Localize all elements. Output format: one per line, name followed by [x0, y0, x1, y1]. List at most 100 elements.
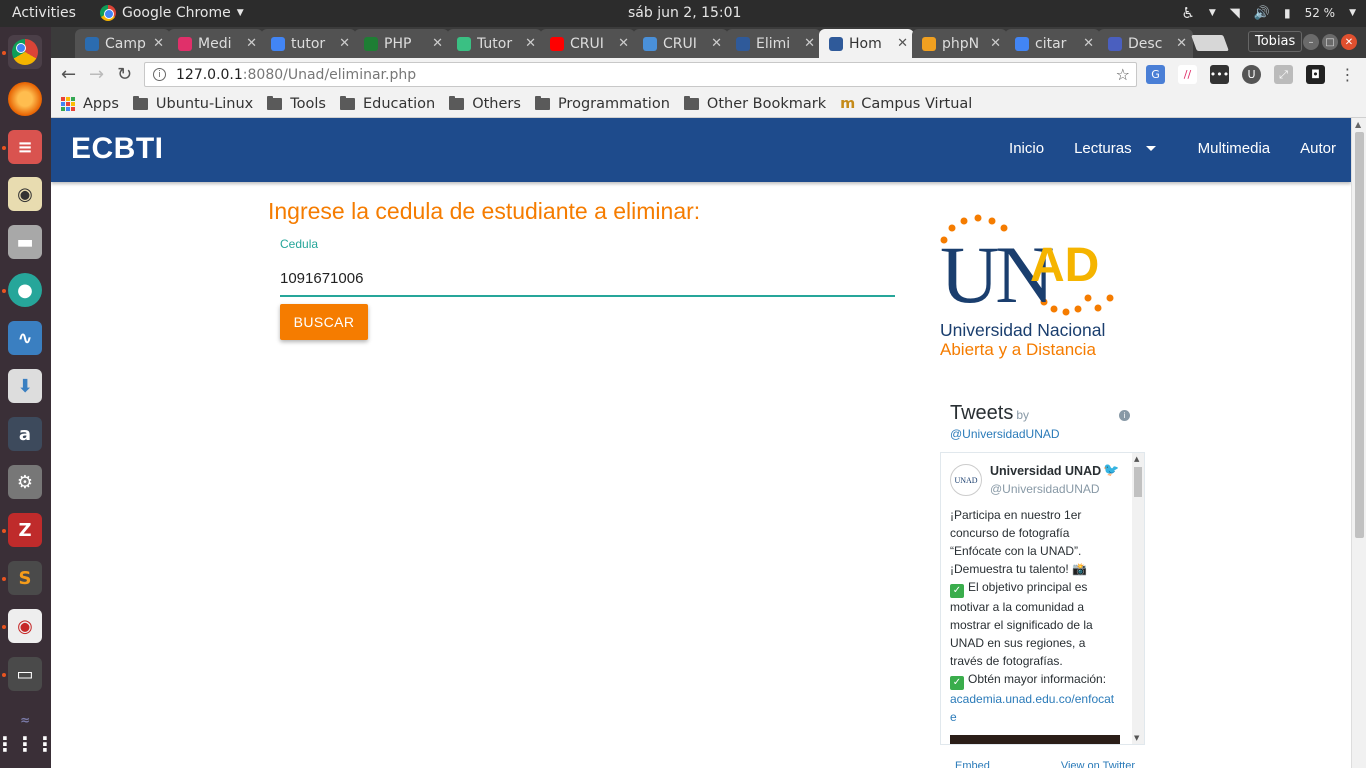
close-tab-icon[interactable]: ✕ — [711, 36, 722, 51]
timeline-scrollbar[interactable]: ▲ ▼ — [1132, 453, 1144, 744]
browser-tab[interactable]: Elimi ✕ — [726, 29, 821, 58]
medium-extension-icon[interactable]: // — [1178, 65, 1197, 84]
nav-link-multimedia[interactable]: Multimedia — [1183, 140, 1286, 157]
browser-tab[interactable]: Camp ✕ — [75, 29, 170, 58]
twitter-handle-link[interactable]: @UniversidadUNAD — [950, 427, 1060, 441]
site-navbar: ECBTI Inicio Lecturas Multimedia Autor — [51, 118, 1351, 182]
browser-tab[interactable]: Tutor ✕ — [447, 29, 542, 58]
close-tab-icon[interactable]: ✕ — [246, 36, 257, 51]
browser-tab[interactable]: phpN ✕ — [912, 29, 1007, 58]
new-tab-button[interactable] — [1191, 35, 1229, 51]
browser-tab[interactable]: Medi ✕ — [168, 29, 263, 58]
nav-link-autor[interactable]: Autor — [1285, 140, 1351, 157]
scroll-down-icon[interactable]: ▼ — [1134, 734, 1139, 742]
twitter-by: by — [1016, 408, 1030, 422]
avatar[interactable]: UNAD — [950, 464, 982, 496]
rhythmbox-launcher-icon[interactable]: ◉ — [8, 177, 42, 211]
tweet-link[interactable]: academia.unad.edu.co/enfocate — [950, 692, 1114, 724]
nav-link-lecturas[interactable]: Lecturas — [1059, 140, 1171, 157]
browser-tab[interactable]: CRUI ✕ — [540, 29, 635, 58]
buscar-button[interactable]: BUSCAR — [280, 304, 368, 340]
chrome-launcher-icon[interactable] — [8, 35, 42, 69]
tweet-image[interactable] — [950, 735, 1120, 744]
info-icon[interactable]: i — [1119, 410, 1130, 421]
page-scrollbar[interactable]: ▲ — [1351, 118, 1366, 768]
web-page: ECBTI Inicio Lecturas Multimedia Autor I… — [51, 118, 1351, 768]
browser-tab[interactable]: Hom ✕ — [819, 29, 914, 58]
bookmark-folder-tools[interactable]: Tools — [267, 96, 326, 112]
show-apps-icon[interactable]: ⋮⋮⋮ — [0, 727, 55, 761]
bookmark-campus-virtual[interactable]: m Campus Virtual — [840, 96, 972, 112]
tweet-timeline[interactable]: UNAD Universidad UNAD @UniversidadUNAD 🐦… — [940, 452, 1145, 745]
close-tab-icon[interactable]: ✕ — [1176, 36, 1187, 51]
translate-extension-icon[interactable]: G — [1146, 65, 1165, 84]
browser-tab[interactable]: CRUI ✕ — [633, 29, 728, 58]
scroll-up-icon[interactable]: ▲ — [1134, 455, 1139, 463]
info-icon[interactable]: i — [153, 68, 166, 81]
minimize-icon[interactable]: – — [1303, 34, 1319, 50]
profile-button[interactable]: Tobias — [1248, 31, 1303, 52]
google-icon — [1015, 36, 1029, 51]
close-tab-icon[interactable]: ✕ — [339, 36, 350, 51]
software-launcher-icon[interactable]: ⬇ — [8, 369, 42, 403]
close-icon[interactable]: ✕ — [1341, 34, 1357, 50]
back-icon[interactable]: ← — [61, 64, 76, 85]
activities-button[interactable]: Activities — [12, 5, 76, 21]
reload-icon[interactable]: ↻ — [117, 64, 132, 85]
nav-link-inicio[interactable]: Inicio — [994, 140, 1059, 157]
embed-link[interactable]: Embed — [955, 760, 990, 768]
scroll-thumb[interactable] — [1134, 467, 1142, 497]
cedula-input[interactable] — [280, 261, 895, 297]
maximize-icon[interactable]: □ — [1322, 34, 1338, 50]
address-bar[interactable]: i 127.0.0.1:8080/Unad/eliminar.php ☆ — [144, 62, 1137, 87]
firefox-launcher-icon[interactable] — [8, 82, 42, 116]
settings-launcher-icon[interactable]: ⚙ — [8, 465, 42, 499]
close-tab-icon[interactable]: ✕ — [1083, 36, 1094, 51]
inkscape-launcher-icon[interactable]: ● — [8, 273, 42, 307]
menu-icon[interactable]: ⋮ — [1338, 65, 1357, 84]
site-brand[interactable]: ECBTI — [71, 132, 164, 166]
window-launcher-icon[interactable]: ▭ — [8, 657, 42, 691]
pin-extension-icon[interactable]: ⤢ — [1274, 65, 1293, 84]
forward-icon[interactable]: → — [89, 64, 104, 85]
sublime-launcher-icon[interactable]: S — [8, 561, 42, 595]
filezilla-launcher-icon[interactable]: Z — [8, 513, 42, 547]
writer-launcher-icon[interactable]: ≡ — [8, 130, 42, 164]
tweet-user-name[interactable]: Universidad UNAD — [990, 464, 1101, 478]
browser-tab[interactable]: citar ✕ — [1005, 29, 1100, 58]
clock[interactable]: sáb jun 2, 15:01 — [628, 5, 741, 21]
bookmark-folder-others[interactable]: Others — [449, 96, 521, 112]
glasses-extension-icon[interactable]: ◘ — [1306, 65, 1325, 84]
app-menu[interactable]: Google Chrome ▼ — [100, 5, 244, 21]
u-extension-icon[interactable]: U — [1242, 65, 1261, 84]
accessibility-icon[interactable]: ♿ — [1181, 4, 1194, 22]
close-tab-icon[interactable]: ✕ — [525, 36, 536, 51]
browser-tab[interactable]: Desc ✕ — [1098, 29, 1193, 58]
bookmark-folder-education[interactable]: Education — [340, 96, 435, 112]
scroll-thumb[interactable] — [1355, 132, 1364, 538]
close-tab-icon[interactable]: ✕ — [432, 36, 443, 51]
amazon-launcher-icon[interactable]: a — [8, 417, 42, 451]
close-tab-icon[interactable]: ✕ — [897, 36, 908, 51]
twitter-bird-icon[interactable]: 🐦 — [1103, 463, 1119, 478]
scroll-up-icon[interactable]: ▲ — [1355, 120, 1361, 129]
view-on-twitter-link[interactable]: View on Twitter — [1061, 760, 1135, 768]
close-tab-icon[interactable]: ✕ — [804, 36, 815, 51]
viewer-launcher-icon[interactable]: ◉ — [8, 609, 42, 643]
close-tab-icon[interactable]: ✕ — [990, 36, 1001, 51]
bookmark-star-icon[interactable]: ☆ — [1116, 65, 1130, 84]
bookmark-folder-ubuntu[interactable]: Ubuntu-Linux — [132, 96, 253, 112]
files-launcher-icon[interactable]: ▬ — [8, 225, 42, 259]
bookmark-apps[interactable]: Apps — [61, 96, 119, 112]
browser-tab[interactable]: PHP ✕ — [354, 29, 449, 58]
close-tab-icon[interactable]: ✕ — [618, 36, 629, 51]
dots-extension-icon[interactable]: ••• — [1210, 65, 1229, 84]
monitor-launcher-icon[interactable]: ∿ — [8, 321, 42, 355]
bookmark-folder-other-bookmarks[interactable]: Other Bookmark — [683, 96, 826, 112]
window-controls: – □ ✕ — [1303, 34, 1357, 50]
close-tab-icon[interactable]: ✕ — [153, 36, 164, 51]
bookmark-folder-programmation[interactable]: Programmation — [534, 96, 670, 112]
tweet-user-handle[interactable]: @UniversidadUNAD — [990, 482, 1100, 496]
system-tray[interactable]: ♿ ▼ ◥ 🔊 ▮ 52 % ▼ — [1181, 4, 1356, 22]
browser-tab[interactable]: tutor ✕ — [261, 29, 356, 58]
